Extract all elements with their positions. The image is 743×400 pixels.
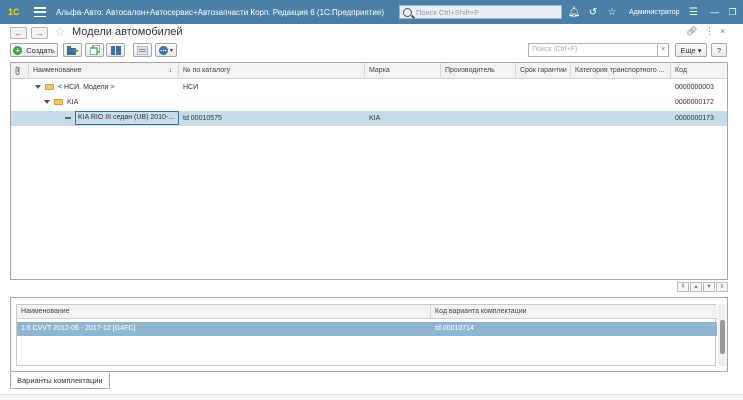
favorite-star-icon[interactable]: ☆ [54, 24, 66, 40]
bell-icon[interactable]: 🔔︎ [566, 4, 582, 20]
user-name[interactable]: Администратор [629, 9, 680, 16]
row-name-text: < НСИ. Модели > [58, 84, 115, 91]
column-header-code[interactable]: Код [671, 63, 727, 79]
link-icon[interactable]: 🔗︎ [686, 26, 697, 37]
minimize-icon[interactable]: — [707, 4, 723, 20]
copy-button[interactable] [85, 43, 104, 57]
variant-name-cell: 1.6 CVVT 2012-06 - 2017-12 [G4FC] [21, 325, 136, 332]
column-header-maker[interactable]: Производитель [441, 63, 516, 79]
window-bottom-edge [0, 394, 743, 400]
back-button[interactable]: ← [10, 27, 27, 39]
sort-arrow-icon: ↓ [168, 67, 173, 74]
close-form-icon[interactable]: × [720, 26, 725, 36]
global-search-placeholder: Поиск Ctrl+Shift+F [416, 7, 479, 17]
settings-lines-icon[interactable]: ☰ [686, 4, 702, 20]
row-name-cell: < НСИ. Модели > [29, 80, 179, 95]
more-button[interactable]: Еще ▾ [675, 43, 707, 57]
table-scroll-controls: ⇞ ▲ ▼ ⇟ [676, 282, 728, 292]
more-vertical-icon[interactable]: ⋮ [705, 26, 714, 37]
search-icon [403, 7, 412, 17]
help-button[interactable]: ? [711, 43, 727, 57]
history-icon[interactable]: ↺ [585, 4, 601, 20]
create-button-label: Создать [26, 45, 55, 55]
table-row-selected[interactable]: KIA RIO III седан (UB) 2010-... td 00010… [11, 111, 727, 126]
folder-plus-icon [67, 45, 78, 55]
dots-circle-icon [158, 45, 168, 55]
app-titlebar: 1С Альфа-Авто: Автосалон+Автосервис+Авто… [0, 0, 743, 24]
app-logo: 1С [8, 7, 20, 17]
row-item-marker [29, 111, 73, 126]
row-brand-cell [365, 80, 441, 95]
row-catalog-cell [179, 95, 365, 110]
app-title: Альфа-Авто: Автосалон+Автосервис+Автозап… [56, 7, 384, 17]
plus-icon: + [13, 45, 23, 55]
column-header-name[interactable]: Наименование ↓ [29, 63, 179, 79]
list-view-icon [137, 45, 148, 55]
more-actions-dropdown[interactable]: ▾ [155, 43, 177, 57]
list-search-input[interactable]: Поиск (Ctrl+F) [528, 43, 658, 57]
hamburger-menu-icon[interactable] [34, 7, 46, 17]
tab-variants[interactable]: Варианты комплектации [10, 373, 110, 389]
expand-triangle-icon[interactable] [44, 100, 50, 105]
search-clear-button[interactable]: × [657, 43, 669, 57]
column-header-warranty[interactable]: Срок гарантии [516, 63, 571, 79]
create-folder-button[interactable] [63, 43, 82, 57]
folder-icon [54, 99, 63, 106]
row-name-cell: KIA [29, 95, 179, 110]
row-code-cell: 0000000003 [675, 84, 714, 91]
row-code-cell: 0000000173 [675, 115, 714, 122]
scroll-first-icon[interactable]: ⇞ [677, 282, 689, 292]
folder-icon [45, 84, 54, 91]
row-name-text: KIA [67, 99, 79, 106]
column-header-catalog[interactable]: № по каталогу [179, 63, 365, 79]
chevron-down-icon: ▾ [169, 47, 173, 54]
page-title: Модели автомобилей [72, 26, 183, 38]
models-table: Наименование ↓ № по каталогу Марка Произ… [10, 62, 728, 280]
table-header: Наименование ↓ № по каталогу Марка Произ… [11, 63, 727, 79]
variant-row-selected[interactable]: 1.6 CVVT 2012-06 - 2017-12 [G4FC] td 000… [17, 322, 717, 336]
copy-icon [89, 45, 100, 55]
column-header-variant-code[interactable]: Код варианта комплектации [431, 305, 717, 319]
scroll-up-icon[interactable]: ▲ [690, 282, 702, 292]
row-brand-cell: KIA [369, 115, 381, 122]
paperclip-icon [15, 66, 20, 75]
variants-scrollbar[interactable] [718, 304, 727, 366]
row-catalog-cell: td 00010575 [183, 115, 222, 122]
expand-triangle-icon[interactable] [35, 85, 41, 90]
columns-icon [110, 45, 121, 55]
forward-button[interactable]: → [31, 27, 48, 39]
item-dash-icon [65, 117, 71, 120]
scroll-last-icon[interactable]: ⇟ [716, 282, 728, 292]
column-name-label: Наименование [33, 67, 82, 74]
scrollbar-thumb[interactable] [720, 320, 725, 354]
row-code-cell: 0000000172 [675, 99, 714, 106]
global-search-input[interactable]: Поиск Ctrl+Shift+F [399, 5, 562, 19]
row-catalog-cell: НСИ [183, 84, 199, 91]
table-row[interactable]: < НСИ. Модели > НСИ 0000000003 [11, 80, 727, 95]
create-button[interactable]: + Создать [10, 43, 58, 57]
variants-table: Наименование Код варианта комплектации 1… [16, 304, 717, 366]
column-header-variant-name[interactable]: Наименование [17, 305, 431, 319]
scroll-down-icon[interactable]: ▼ [703, 282, 715, 292]
restore-icon[interactable]: ❐ [725, 4, 741, 20]
star-icon[interactable]: ☆ [604, 4, 620, 20]
table-row[interactable]: KIA 0000000172 [11, 95, 727, 110]
column-header-brand[interactable]: Марка [365, 63, 441, 79]
columns-button[interactable] [106, 43, 125, 57]
row-name-edit-cell[interactable]: KIA RIO III седан (UB) 2010-... [75, 111, 179, 125]
column-header-category[interactable]: Категория транспортного ... [571, 63, 671, 79]
titlebar-actions: 🔔︎ ↺ ☆ Администратор ☰ — ❐ ✕ [566, 0, 743, 24]
variant-code-cell: td 00010714 [435, 325, 474, 332]
variants-panel: Наименование Код варианта комплектации 1… [10, 297, 728, 372]
print-button[interactable] [133, 43, 152, 57]
attachment-column-icon[interactable] [11, 63, 29, 79]
